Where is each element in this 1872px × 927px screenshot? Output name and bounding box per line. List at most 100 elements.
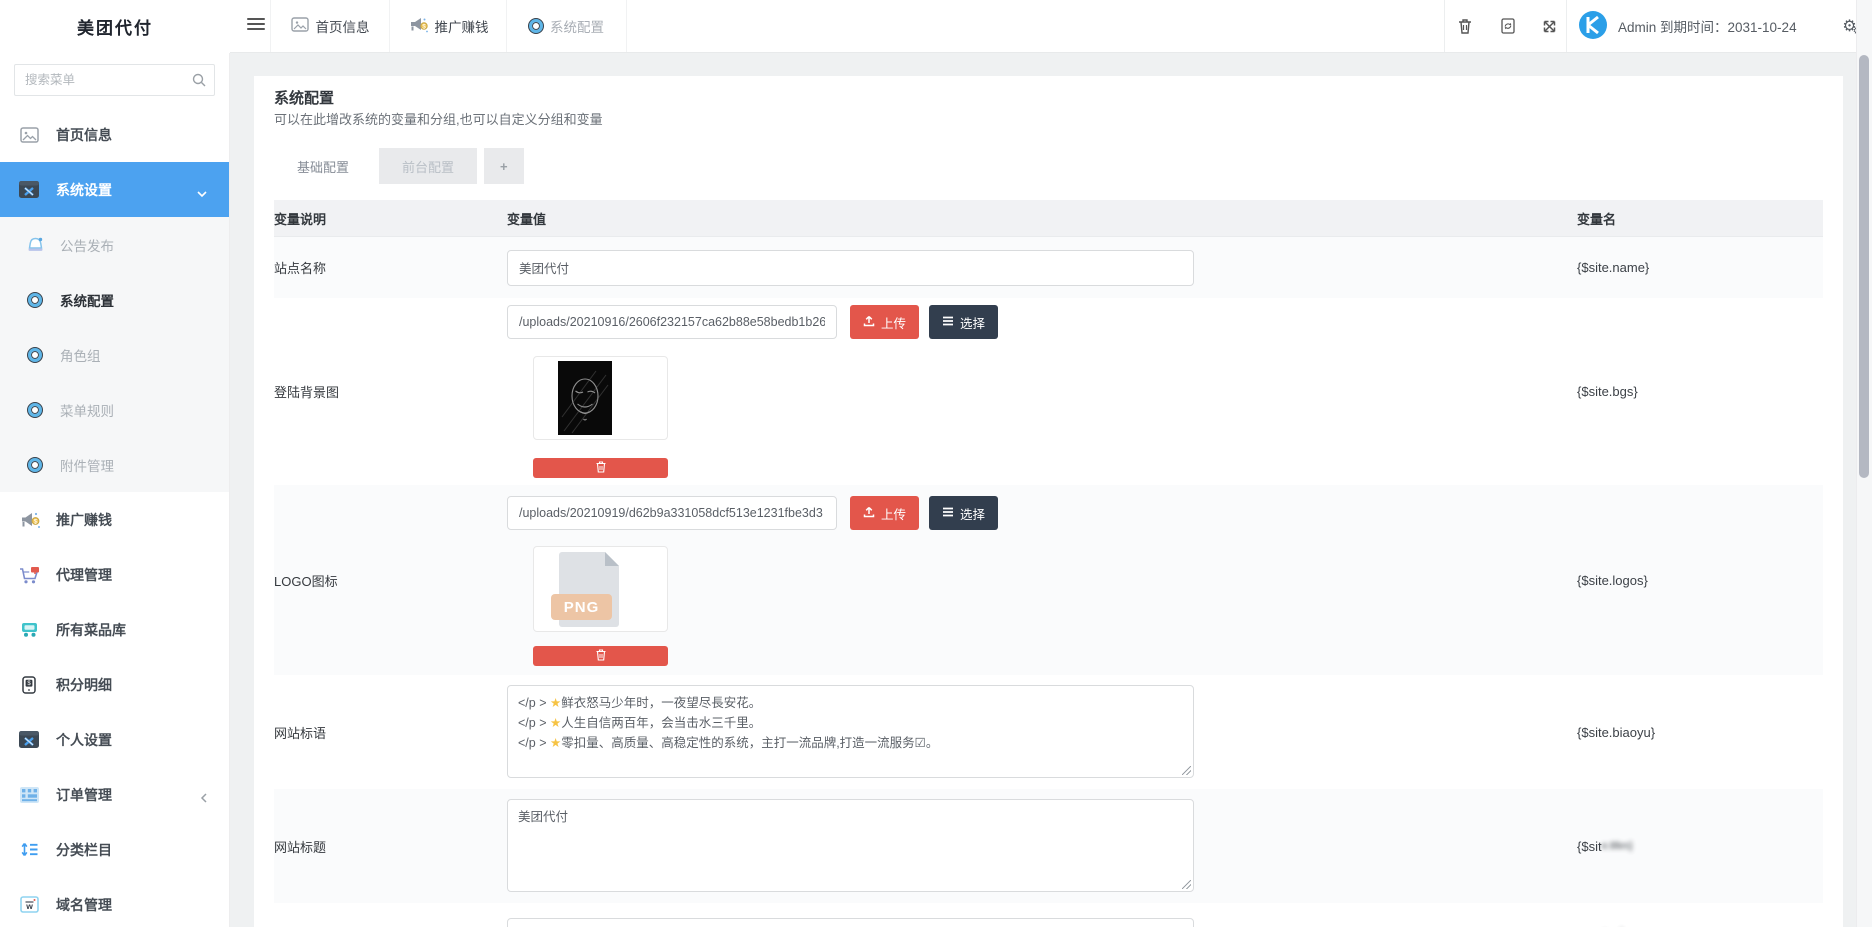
ring-icon [24,293,46,307]
sidebar-item-promo[interactable]: $ 推广赚钱 [0,492,229,547]
orders-grid-icon [16,787,42,803]
row-label: 后台域名绑定 [274,903,507,927]
sidebar: 首页信息 系统设置 公告发布 系统配置 [0,53,230,927]
sidebar-item-domains[interactable]: w 域名管理 [0,877,229,927]
sidebar-subitem-label: 系统配置 [60,290,114,310]
row-label: LOGO图标 [274,485,507,675]
sidebar-submenu-system: 公告发布 系统配置 角色组 菜单规则 附件管理 [0,217,229,492]
topnav-tab-home[interactable]: 首页信息 [270,0,390,52]
sidebar-item-label: 个人设置 [56,730,112,750]
sidebar-item-label: 推广赚钱 [56,510,112,530]
sidebar-item-dish-library[interactable]: 所有菜品库 [0,602,229,657]
frame-icon [291,17,309,35]
doc-refresh-icon[interactable] [1490,0,1526,52]
cart-icon [16,566,42,584]
sidebar-item-categories[interactable]: 分类栏目 [0,822,229,877]
table-row-logo: LOGO图标 上传 选择 PNG [274,485,1823,675]
scrollbar-track[interactable] [1856,0,1872,927]
chevron-down-icon [197,186,207,201]
ring-icon [24,348,46,362]
table-row-login-bg: 登陆背景图 上传 选择 [274,298,1823,485]
chevron-left-icon [200,791,207,806]
sidebar-item-label: 代理管理 [56,565,112,585]
sidebar-item-system-settings[interactable]: 系统设置 [0,162,229,217]
sidebar-subitem-attachment[interactable]: 附件管理 [0,437,229,492]
table-row-slogan: 网站标语 </p > ★鲜衣怒马少年时，一夜望尽長安花。 </p > ★人生自信… [274,675,1823,789]
svg-text:$: $ [34,518,38,525]
search-input[interactable] [14,64,215,96]
sidebar-item-label: 首页信息 [56,125,112,145]
choose-button[interactable]: 选择 [929,496,998,530]
admin-domain-input[interactable] [507,918,1194,927]
sidebar-item-label: 域名管理 [56,895,112,915]
megaphone-icon: $ [16,511,42,529]
config-tabs: 基础配置 前台配置 + [274,148,1823,184]
sort-lines-icon [16,841,42,858]
sidebar-item-label: 订单管理 [56,785,112,805]
delete-image-button[interactable] [533,458,668,478]
site-name-input[interactable] [507,250,1194,286]
admin-account[interactable]: Admin 到期时间：2031-10-24 [1578,0,1797,52]
sidebar-subitem-menurule[interactable]: 菜单规则 [0,382,229,437]
sidebar-item-home[interactable]: 首页信息 [0,108,229,162]
phone-dollar-icon: $ [16,676,42,694]
add-tab-button[interactable]: + [484,148,524,184]
topnav-tab-promo[interactable]: $ 推广赚钱 [390,0,507,52]
logo-avatar [1578,10,1608,43]
login-bg-preview[interactable] [533,356,668,440]
main-panel: 系统配置 可以在此增改系统的变量和分组,也可以自定义分组和变量 基础配置 前台配… [254,76,1843,927]
row-varname: {$site.logos} [1577,485,1823,675]
row-varname: {$site.…} [1577,903,1823,927]
mask-image-thumb [558,361,612,438]
sidebar-subitem-rolegroup[interactable]: 角色组 [0,327,229,382]
logo-preview[interactable]: PNG [533,546,668,632]
upload-button[interactable]: 上传 [850,305,919,339]
resize-grip-icon[interactable] [1182,880,1191,889]
delete-image-button[interactable] [533,646,668,666]
sidebar-item-orders[interactable]: 订单管理 [0,767,229,822]
upload-icon [863,315,875,330]
topbar: 美团代付 首页信息 $ 推广赚钱 系统配置 [0,0,1872,53]
brand-area: 美团代付 [0,0,230,53]
frame-icon [16,127,42,143]
sidebar-subitem-sysconfig[interactable]: 系统配置 [0,272,229,327]
resize-grip-icon[interactable] [1182,766,1191,775]
admin-expiry-text: Admin 到期时间：2031-10-24 [1618,16,1797,36]
trash-icon [596,461,606,476]
tab-front-config[interactable]: 前台配置 [379,148,477,184]
fullscreen-icon[interactable] [1531,0,1567,52]
upload-button[interactable]: 上传 [850,496,919,530]
sidebar-item-agents[interactable]: 代理管理 [0,547,229,602]
file-fold-corner [605,552,619,566]
choose-button[interactable]: 选择 [929,305,998,339]
row-varname: {$site.bgs} [1577,298,1823,485]
ring-icon [529,19,543,33]
slogan-textarea[interactable]: </p > ★鲜衣怒马少年时，一夜望尽長安花。 </p > ★人生自信两百年，会… [507,685,1194,778]
sidebar-item-label: 系统设置 [56,180,112,200]
tab-basic-config[interactable]: 基础配置 [274,148,372,184]
sidebar-item-personal-settings[interactable]: 个人设置 [0,712,229,767]
topnav-tab-sysconfig[interactable]: 系统配置 [507,0,627,52]
trash-icon[interactable] [1447,0,1483,52]
login-bg-path-input[interactable] [507,305,837,339]
sidebar-item-points[interactable]: $ 积分明细 [0,657,229,712]
megaphone-icon: $ [408,17,428,36]
scrollbar-thumb[interactable] [1859,55,1869,478]
page-subtitle: 可以在此增改系统的变量和分组,也可以自定义分组和变量 [274,112,1823,128]
foodcart-icon [16,621,42,638]
hamburger-icon[interactable] [247,18,265,32]
sidebar-item-label: 分类栏目 [56,840,112,860]
row-varname: {$site.name} [1577,237,1823,298]
logo-path-input[interactable] [507,496,837,530]
search-icon [192,73,206,90]
topbar-nav-tabs: 首页信息 $ 推广赚钱 系统配置 [270,0,627,52]
column-header-desc: 变量说明 [274,200,507,236]
table-header-row: 变量说明 变量值 变量名 [274,200,1823,237]
topnav-tab-label: 首页信息 [316,16,370,36]
sidebar-subitem-announcement[interactable]: 公告发布 [0,217,229,272]
row-varname: {$site.biaoyu} [1577,675,1823,789]
row-label: 登陆背景图 [274,298,507,485]
window-tools-icon [16,731,42,748]
list-icon [942,506,954,520]
site-title-textarea[interactable]: 美团代付 [507,799,1194,892]
